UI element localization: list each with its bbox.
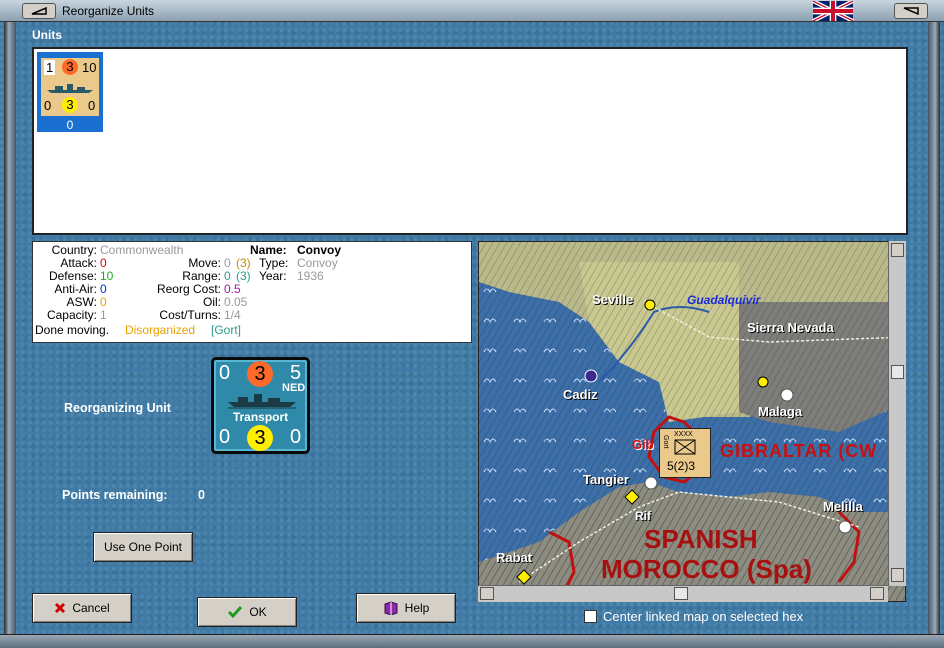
points-remaining-label: Points remaining:: [62, 488, 168, 502]
unit-card[interactable]: 1 3 10 0 3 0 0: [37, 52, 103, 132]
map-label-rif: Rif: [635, 509, 651, 523]
cancel-button[interactable]: Cancel: [32, 593, 132, 623]
window-menu-icon: [31, 6, 47, 15]
unit-attack: 1: [44, 60, 56, 75]
year-value: 1936: [297, 269, 324, 283]
reorganizing-unit-counter[interactable]: 0 3 5 NED Transport 0 3 0: [211, 357, 310, 454]
map-label-spanish: SPANISH: [644, 524, 758, 554]
map-vertical-scrollbar[interactable]: [888, 241, 906, 586]
map-label-seville: Seville: [592, 292, 634, 307]
center-linked-map-label: Center linked map on selected hex: [603, 609, 804, 624]
close-icon: [903, 7, 919, 16]
map-label-gibraltar: GIBRALTAR (CW: [720, 441, 878, 461]
ok-label: OK: [249, 605, 267, 619]
linked-map[interactable]: Seville Guadalquivir Sierra Nevada Cadiz…: [478, 241, 906, 602]
unit-defense: 10: [82, 60, 97, 75]
scroll-down-button[interactable]: [891, 568, 904, 582]
big-unit-top-left: 0: [219, 362, 231, 384]
map-counter-value: 5(2)3: [667, 459, 696, 473]
map-label-rabat: Rabat: [496, 550, 533, 565]
window-close-button[interactable]: [894, 3, 928, 19]
center-linked-map-checkbox[interactable]: Center linked map on selected hex: [584, 609, 803, 624]
uk-flag-icon: [812, 1, 854, 21]
scroll-left-button[interactable]: [480, 587, 494, 600]
map-label-gib: Gib: [632, 437, 654, 452]
map-label-morocco: MOROCCO (Spa): [601, 554, 812, 584]
unit-move-badge: 3: [62, 97, 78, 113]
cost-turns-label: Cost/Turns:: [159, 308, 221, 322]
use-one-point-button[interactable]: Use One Point: [93, 532, 193, 562]
cost-turns-value: 1/4: [224, 308, 241, 322]
horizontal-scroll-thumb[interactable]: [674, 587, 688, 600]
transport-ship-icon: [228, 394, 296, 409]
window-minimize-button[interactable]: [22, 3, 56, 19]
unit-bottom-right: 0: [88, 98, 96, 113]
window-title: Reorganize Units: [62, 4, 155, 18]
map-label-guadalquivir: Guadalquivir: [687, 293, 761, 307]
status-text: Done moving.: [35, 323, 110, 337]
help-button[interactable]: Help: [356, 593, 456, 623]
map-unit-counter[interactable]: XXXX Gort 5(2)3: [659, 428, 711, 478]
map-label-melilla: Melilla: [823, 499, 863, 514]
big-unit-defense-badge: 3: [247, 361, 273, 387]
status-leader: [Gort]: [211, 323, 242, 337]
ok-button[interactable]: OK: [197, 597, 297, 627]
big-unit-bottom-right: 0: [290, 426, 302, 448]
checkmark-icon: [228, 606, 243, 619]
unit-info-panel: Country: Commonwealth Attack: 0 Defense:…: [32, 241, 472, 343]
scroll-up-button[interactable]: [891, 243, 904, 257]
use-one-point-label: Use One Point: [103, 540, 183, 554]
ship-icon: [47, 84, 93, 93]
units-label: Units: [32, 28, 62, 42]
right-frame: [928, 22, 940, 640]
unit-counter: 1 3 10 0 3 0: [41, 58, 99, 116]
map-label-tangier: Tangier: [583, 472, 629, 487]
country-value: Commonwealth: [100, 243, 184, 257]
bottom-frame: [0, 634, 944, 648]
scroll-right-button[interactable]: [870, 587, 884, 600]
map-counter-size: XXXX: [674, 431, 693, 438]
unit-defense-badge: 3: [62, 59, 78, 75]
big-unit-bottom-left: 0: [219, 426, 231, 448]
cancel-label: Cancel: [72, 601, 110, 615]
help-label: Help: [404, 601, 430, 615]
map-label-sierra-nevada: Sierra Nevada: [747, 320, 834, 335]
title-bar: Reorganize Units: [0, 0, 944, 22]
help-book-icon: [384, 601, 398, 615]
points-remaining-value: 0: [198, 488, 205, 502]
infantry-symbol-icon: [674, 439, 696, 455]
unit-index: 0: [66, 118, 74, 132]
map-counter-leader: Gort: [662, 435, 669, 449]
big-unit-move-badge: 3: [247, 425, 273, 451]
capacity-label: Capacity:: [46, 308, 97, 322]
map-label-cadiz: Cadiz: [563, 387, 598, 402]
unit-bottom-left: 0: [44, 98, 52, 113]
units-list[interactable]: 1 3 10 0 3 0 0: [32, 47, 908, 235]
status-disorganized: Disorganized: [125, 323, 196, 337]
cancel-x-icon: [55, 602, 66, 614]
left-frame: [4, 22, 16, 640]
vertical-scroll-thumb[interactable]: [891, 365, 904, 379]
map-horizontal-scrollbar[interactable]: [478, 585, 888, 602]
map-label-malaga: Malaga: [758, 404, 803, 419]
capacity-value: 1: [100, 308, 107, 322]
checkbox-box[interactable]: [584, 610, 597, 623]
reorganizing-unit-label: Reorganizing Unit: [64, 401, 171, 415]
big-unit-type: Transport: [232, 410, 289, 424]
year-label: Year:: [259, 269, 287, 283]
